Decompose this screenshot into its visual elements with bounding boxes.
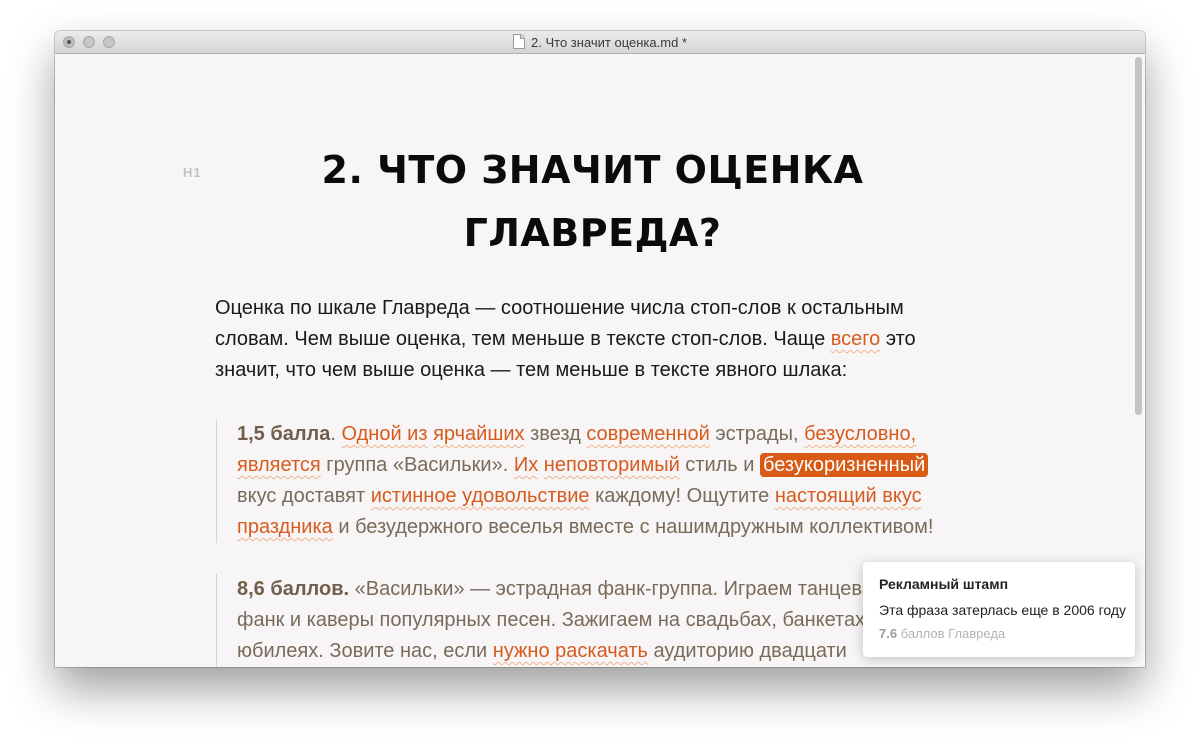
blockquote-high-score[interactable]: 8,6 баллов. «Васильки» — эстрадная фанк-… [216, 574, 957, 667]
text-segment: Оценка по шкале Главреда — соотношение ч… [215, 297, 904, 350]
tooltip-description: Эта фраза затерлась еще в 2006 году [879, 602, 1127, 618]
text-segment: эстрады, [709, 423, 805, 445]
text-segment: аудиторию двадцати [647, 640, 847, 662]
stop-word-highlight[interactable]: ярчайших [433, 423, 524, 445]
stop-word-highlight[interactable]: безусловно, [804, 423, 916, 445]
text-segment: каждому! Ощутите [589, 485, 775, 507]
stop-word-highlight[interactable]: неповторимый [544, 454, 680, 476]
stop-word-highlight[interactable]: Одной из [342, 423, 428, 445]
window-title: 2. Что значит оценка.md * [531, 35, 687, 50]
active-stop-word-highlight[interactable]: безукоризненный [760, 453, 929, 477]
text-segment: вкус доставят [237, 485, 371, 507]
stop-word-highlight[interactable]: Их [514, 454, 538, 476]
tooltip-score-label: баллов Главреда [897, 626, 1006, 641]
intro-paragraph[interactable]: Оценка по шкале Главреда — соотношение ч… [215, 293, 935, 386]
document-icon [513, 34, 526, 49]
heading-line-2: ГЛАВРЕДА? [463, 211, 722, 255]
tooltip-title: Рекламный штамп [879, 576, 1009, 592]
vertical-scrollbar-thumb[interactable] [1135, 57, 1142, 415]
stop-word-highlight[interactable]: всего [831, 328, 881, 350]
text-segment: стиль и [679, 454, 761, 476]
stop-word-highlight[interactable]: нужно раскачать [493, 640, 648, 662]
stop-word-tooltip: Рекламный штамп Эта фраза затерлась еще … [863, 562, 1135, 657]
heading-line-1: 2. ЧТО ЗНАЧИТ ОЦЕНКА [321, 148, 864, 192]
stop-word-highlight[interactable]: современной [586, 423, 709, 445]
text-segment: звезд [524, 423, 587, 445]
heading-level-marker: H1 [183, 165, 202, 180]
window-title-group: 2. Что значит оценка.md * [55, 34, 1145, 50]
document-heading[interactable]: 2. ЧТО ЗНАЧИТ ОЦЕНКА ГЛАВРЕДА? [205, 139, 980, 265]
stop-word-highlight[interactable]: истинное удовольствие [371, 485, 590, 507]
text-segment: и безудержного веселья вместе с нашимдру… [332, 516, 934, 538]
tooltip-score-value: 7.6 [879, 626, 898, 641]
score-label: 8,6 баллов. [237, 578, 350, 600]
text-segment: группа «Васильки». [320, 454, 514, 476]
tooltip-score: 7.6 баллов Главреда [879, 626, 1005, 641]
text-segment: . [330, 423, 342, 445]
editor-window: 2. Что значит оценка.md * H1 2. ЧТО ЗНАЧ… [55, 31, 1145, 667]
title-bar[interactable]: 2. Что значит оценка.md * [55, 31, 1145, 54]
blockquote-low-score[interactable]: 1,5 балла. Одной из ярчайших звезд совре… [216, 419, 957, 543]
score-label: 1,5 балла [237, 423, 331, 445]
stop-word-highlight[interactable]: является [237, 454, 321, 476]
